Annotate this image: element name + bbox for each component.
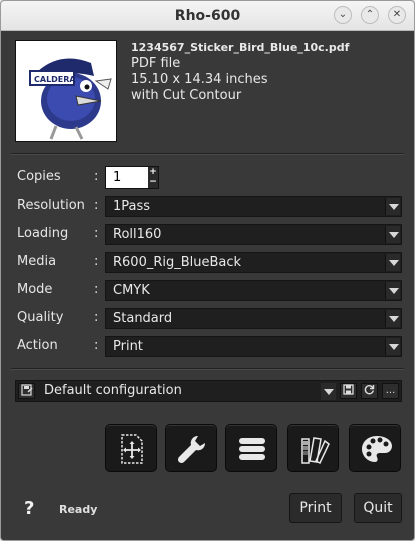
file-type: PDF file bbox=[131, 56, 181, 71]
mode-value: CMYK bbox=[113, 283, 150, 298]
page-layout-button[interactable] bbox=[105, 424, 157, 472]
copies-label: Copies bbox=[17, 169, 61, 184]
file-thumbnail: CALDERA bbox=[15, 40, 117, 142]
status-text: Ready bbox=[59, 503, 98, 516]
copies-value: 1 bbox=[113, 170, 122, 185]
dropdown-arrow-icon[interactable] bbox=[321, 383, 336, 400]
stepper-buttons: + − bbox=[148, 167, 158, 188]
app-window: Rho-600 ⌄ ⌃ ✕ CALDERA 1234567_Sticker_Bi… bbox=[0, 0, 415, 541]
decrement-button[interactable]: − bbox=[148, 177, 158, 187]
close-button[interactable]: ✕ bbox=[388, 6, 406, 24]
increment-button[interactable]: + bbox=[148, 167, 158, 177]
file-name: 1234567_Sticker_Bird_Blue_10c.pdf bbox=[131, 41, 350, 54]
main-panel: CALDERA 1234567_Sticker_Bird_Blue_10c.pd… bbox=[1, 32, 414, 540]
print-button[interactable]: Print bbox=[289, 493, 342, 523]
quit-button[interactable]: Quit bbox=[354, 493, 402, 523]
colon: : bbox=[94, 310, 99, 325]
resolution-select[interactable]: 1Pass bbox=[105, 196, 402, 217]
dropdown-arrow-icon[interactable] bbox=[385, 254, 400, 271]
save-icon bbox=[343, 384, 354, 395]
wrench-icon bbox=[177, 435, 206, 464]
loading-label: Loading bbox=[17, 226, 69, 241]
color-palette-button[interactable] bbox=[349, 424, 401, 472]
more-config-button[interactable]: ... bbox=[382, 383, 399, 399]
minimize-button[interactable]: ⌄ bbox=[334, 6, 352, 24]
colon: : bbox=[94, 282, 99, 297]
copies-stepper[interactable]: 1 + − bbox=[105, 166, 159, 189]
action-label: Action bbox=[17, 338, 58, 353]
resolution-label: Resolution bbox=[17, 198, 85, 213]
action-select[interactable]: Print bbox=[105, 336, 402, 357]
refresh-icon bbox=[364, 385, 375, 395]
mode-select[interactable]: CMYK bbox=[105, 280, 402, 301]
file-info: 1234567_Sticker_Bird_Blue_10c.pdf PDF fi… bbox=[131, 40, 349, 104]
maximize-button[interactable]: ⌃ bbox=[361, 6, 379, 24]
media-value: R600_Rig_BlueBack bbox=[113, 255, 242, 270]
config-edit-icon[interactable] bbox=[18, 383, 35, 399]
resolution-value: 1Pass bbox=[113, 199, 151, 214]
divider bbox=[11, 153, 404, 155]
loading-value: Roll160 bbox=[113, 227, 162, 242]
dropdown-arrow-icon[interactable] bbox=[385, 310, 400, 327]
title-bar: Rho-600 ⌄ ⌃ ✕ bbox=[1, 1, 414, 31]
media-select[interactable]: R600_Rig_BlueBack bbox=[105, 252, 402, 273]
action-value: Print bbox=[113, 339, 143, 354]
dropdown-arrow-icon[interactable] bbox=[385, 282, 400, 299]
colon: : bbox=[94, 338, 99, 353]
media-label: Media bbox=[17, 254, 57, 269]
colon: : bbox=[94, 226, 99, 241]
colon: : bbox=[94, 169, 99, 184]
queue-button[interactable] bbox=[225, 424, 277, 472]
document-move-icon bbox=[121, 434, 143, 464]
dropdown-arrow-icon[interactable] bbox=[385, 338, 400, 355]
quality-value: Standard bbox=[113, 311, 173, 326]
refresh-config-button[interactable] bbox=[361, 383, 378, 399]
save-config-button[interactable] bbox=[340, 383, 357, 399]
help-icon[interactable]: ? bbox=[24, 498, 34, 519]
loading-select[interactable]: Roll160 bbox=[105, 224, 402, 245]
file-contour: with Cut Contour bbox=[131, 88, 242, 103]
window-title: Rho-600 bbox=[174, 8, 241, 24]
divider bbox=[11, 368, 404, 370]
dropdown-arrow-icon[interactable] bbox=[385, 226, 400, 243]
configuration-value[interactable]: Default configuration bbox=[44, 383, 182, 398]
file-size: 15.10 x 14.34 inches bbox=[131, 72, 268, 87]
palette-icon bbox=[362, 436, 392, 462]
svg-text:CALDERA: CALDERA bbox=[34, 75, 76, 84]
swatch-fan-icon bbox=[301, 437, 330, 465]
dropdown-arrow-icon[interactable] bbox=[385, 198, 400, 215]
bird-sticker-image: CALDERA bbox=[29, 58, 112, 140]
mode-label: Mode bbox=[17, 282, 53, 297]
list-icon bbox=[239, 438, 265, 460]
quality-label: Quality bbox=[17, 310, 64, 325]
colon: : bbox=[94, 254, 99, 269]
settings-button[interactable] bbox=[165, 424, 217, 472]
configuration-bar: Default configuration ... bbox=[15, 380, 402, 402]
colon: : bbox=[94, 198, 99, 213]
color-swatches-button[interactable] bbox=[287, 424, 339, 472]
more-label: ... bbox=[385, 385, 396, 396]
quality-select[interactable]: Standard bbox=[105, 308, 402, 329]
